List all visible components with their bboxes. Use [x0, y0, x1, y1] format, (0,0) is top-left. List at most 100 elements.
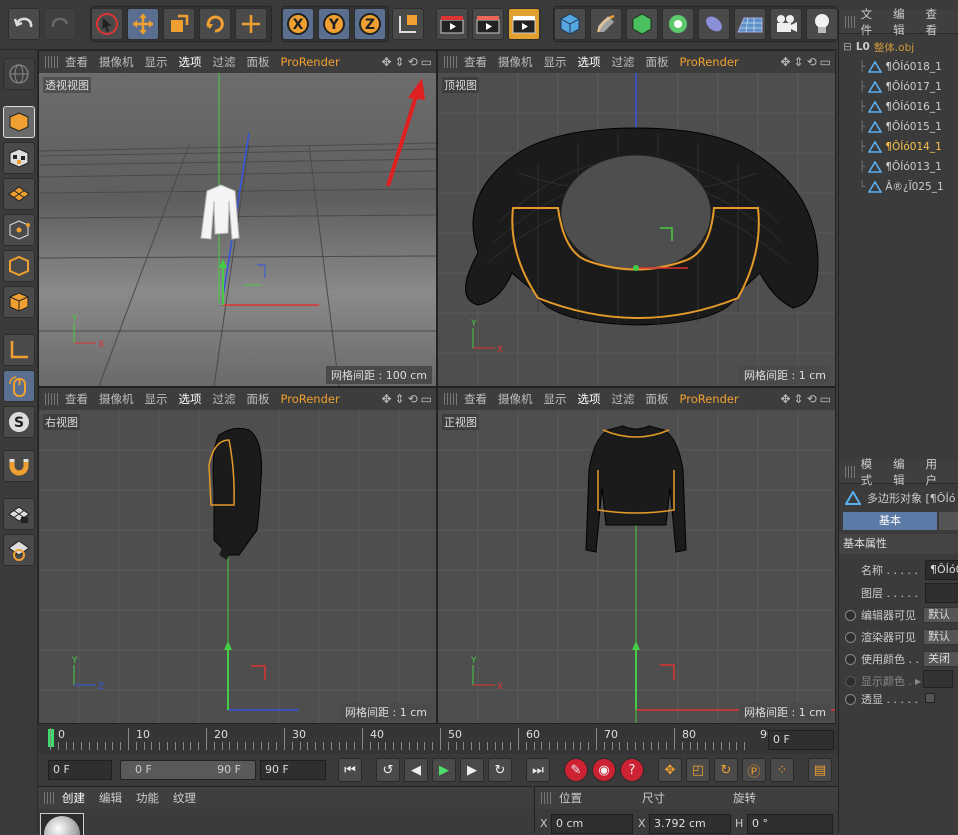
menu-display[interactable]: 显示 [145, 54, 168, 70]
timeline-ruler[interactable]: 0 10 20 30 40 50 60 70 80 90 0 F [38, 724, 838, 754]
grip-icon[interactable] [845, 465, 855, 478]
pan-icon[interactable]: ✥ [381, 392, 391, 406]
subdivision-button[interactable] [626, 8, 658, 40]
editor-visible-dropdown[interactable]: 默认 [923, 607, 958, 623]
menu-options[interactable]: 选项 [179, 54, 202, 70]
menu-function[interactable]: 功能 [136, 790, 159, 806]
record-button[interactable]: ✎ [564, 758, 588, 782]
menu-options[interactable]: 选项 [578, 54, 601, 70]
menu-prorender[interactable]: ProRender [680, 55, 739, 69]
key-param-button[interactable]: Ⓟ [742, 758, 766, 782]
maximize-icon[interactable]: ▭ [421, 392, 432, 406]
render-settings-button[interactable] [508, 8, 540, 40]
menu-prorender[interactable]: ProRender [680, 392, 739, 406]
menu-options[interactable]: 选项 [179, 391, 202, 407]
menu-display[interactable]: 显示 [544, 54, 567, 70]
object-name[interactable]: ¶ÔÍó013_1 [885, 161, 941, 173]
orbit-icon[interactable]: ⟲ [807, 392, 817, 406]
viewport-canvas[interactable]: Y Z 右视图 网格间距 : 1 cm [39, 410, 436, 723]
x-axis-toggle[interactable]: X [282, 8, 314, 40]
object-root[interactable]: ⊟ L0 整体.obj [839, 37, 958, 57]
grip-icon[interactable] [44, 792, 56, 804]
next-key-button[interactable]: ↻ [488, 758, 512, 782]
object-list-item[interactable]: ├ ¶ÔÍó013_1 [839, 157, 958, 177]
zoom-icon[interactable]: ⇕ [794, 392, 804, 406]
menu-create[interactable]: 创建 [62, 790, 85, 806]
name-input[interactable]: ¶ÔÍó0 [925, 560, 958, 580]
object-list-item[interactable]: ├ ¶ÔÍó016_1 [839, 97, 958, 117]
object-name[interactable]: ¶ÔÍó017_1 [885, 81, 941, 93]
goto-end-button[interactable]: ⏭ [526, 758, 550, 782]
menu-mode[interactable]: 模式 [861, 456, 879, 488]
rotate-tool-button[interactable] [199, 8, 231, 40]
editor-visible-radio[interactable] [845, 609, 856, 621]
menu-panel[interactable]: 面板 [646, 54, 669, 70]
menu-texture[interactable]: 纹理 [173, 790, 196, 806]
menu-panel[interactable]: 面板 [247, 391, 270, 407]
current-frame-field[interactable]: 0 F [768, 730, 834, 750]
xray-checkbox[interactable] [925, 693, 935, 703]
camera-button[interactable] [770, 8, 802, 40]
workplane-mode-button[interactable] [3, 178, 35, 210]
object-name[interactable]: Â®¿Ï025_1 [885, 181, 943, 193]
viewport-perspective[interactable]: 查看 摄像机 显示 选项 过滤 面板 ProRender ✥ ⇕ ⟲ ▭ Y X… [38, 50, 437, 387]
menu-filter[interactable]: 过滤 [213, 391, 236, 407]
viewport-right[interactable]: 查看 摄像机 显示 选项 过滤 面板 ProRender ✥ ⇕ ⟲ ▭ Y Z… [38, 387, 437, 724]
render-view-button[interactable] [436, 8, 468, 40]
deformer-button[interactable] [698, 8, 730, 40]
light-button[interactable] [806, 8, 838, 40]
menu-display[interactable]: 显示 [145, 391, 168, 407]
enable-axis-button[interactable] [3, 334, 35, 366]
layer-field[interactable] [925, 583, 958, 603]
cloner-button[interactable] [662, 8, 694, 40]
menu-view[interactable]: 查看 [65, 54, 88, 70]
end-frame-field[interactable]: 90 F [260, 760, 326, 780]
lock-workplane-button[interactable] [3, 498, 35, 530]
grip-icon[interactable] [45, 56, 59, 68]
transform-tool-button[interactable] [235, 8, 267, 40]
object-name[interactable]: ¶ÔÍó016_1 [885, 101, 941, 113]
menu-edit[interactable]: 编辑 [99, 790, 122, 806]
object-name[interactable]: ¶ÔÍó015_1 [885, 121, 941, 133]
object-list-item[interactable]: └ Â®¿Ï025_1 [839, 177, 958, 197]
snap-button[interactable]: S [3, 406, 35, 438]
menu-panel[interactable]: 面板 [247, 54, 270, 70]
maximize-icon[interactable]: ▭ [820, 55, 831, 69]
grip-icon[interactable] [444, 56, 458, 68]
object-name[interactable]: ¶ÔÍó014_1 [885, 141, 941, 153]
menu-panel[interactable]: 面板 [646, 391, 669, 407]
viewport-canvas[interactable]: Y X 正视图 网格间距 : 1 cm [438, 410, 835, 723]
key-pla-button[interactable]: ⁘ [770, 758, 794, 782]
render-visible-dropdown[interactable]: 默认 [923, 629, 958, 645]
menu-camera[interactable]: 摄像机 [99, 391, 134, 407]
display-color-radio[interactable] [845, 675, 856, 687]
menu-filter[interactable]: 过滤 [612, 54, 635, 70]
move-tool-button[interactable] [127, 8, 159, 40]
redo-button[interactable] [44, 8, 76, 40]
viewport-top[interactable]: 查看 摄像机 显示 选项 过滤 面板 ProRender ✥ ⇕ ⟲ ▭ Y X… [437, 50, 836, 387]
viewport-canvas[interactable]: Y X 顶视图 网格间距 : 1 cm [438, 73, 835, 386]
keyframe-help-button[interactable]: ? [620, 758, 644, 782]
menu-edit[interactable]: 编辑 [893, 6, 911, 38]
display-color-swatch[interactable] [923, 670, 953, 688]
pan-icon[interactable]: ✥ [780, 55, 790, 69]
material-slot[interactable] [40, 813, 84, 835]
pen-spline-button[interactable] [590, 8, 622, 40]
polygons-mode-button[interactable] [3, 286, 35, 318]
cube-button[interactable] [554, 8, 586, 40]
render-picture-viewer-button[interactable] [472, 8, 504, 40]
pan-icon[interactable]: ✥ [381, 55, 391, 69]
prev-frame-button[interactable]: ◀ [404, 758, 428, 782]
use-color-dropdown[interactable]: 关闭 [923, 651, 958, 667]
timeline-window-button[interactable]: ▤ [808, 758, 832, 782]
tab-next[interactable] [939, 512, 958, 530]
range-slider[interactable]: 0 F 90 F [120, 760, 256, 780]
menu-user[interactable]: 用户 [926, 456, 944, 488]
pan-icon[interactable]: ✥ [780, 392, 790, 406]
magnet-button[interactable] [3, 450, 35, 482]
menu-camera[interactable]: 摄像机 [498, 54, 533, 70]
object-list-item[interactable]: ├ ¶ÔÍó015_1 [839, 117, 958, 137]
grip-icon[interactable] [444, 393, 458, 405]
edges-mode-button[interactable] [3, 250, 35, 282]
orbit-icon[interactable]: ⟲ [408, 55, 418, 69]
